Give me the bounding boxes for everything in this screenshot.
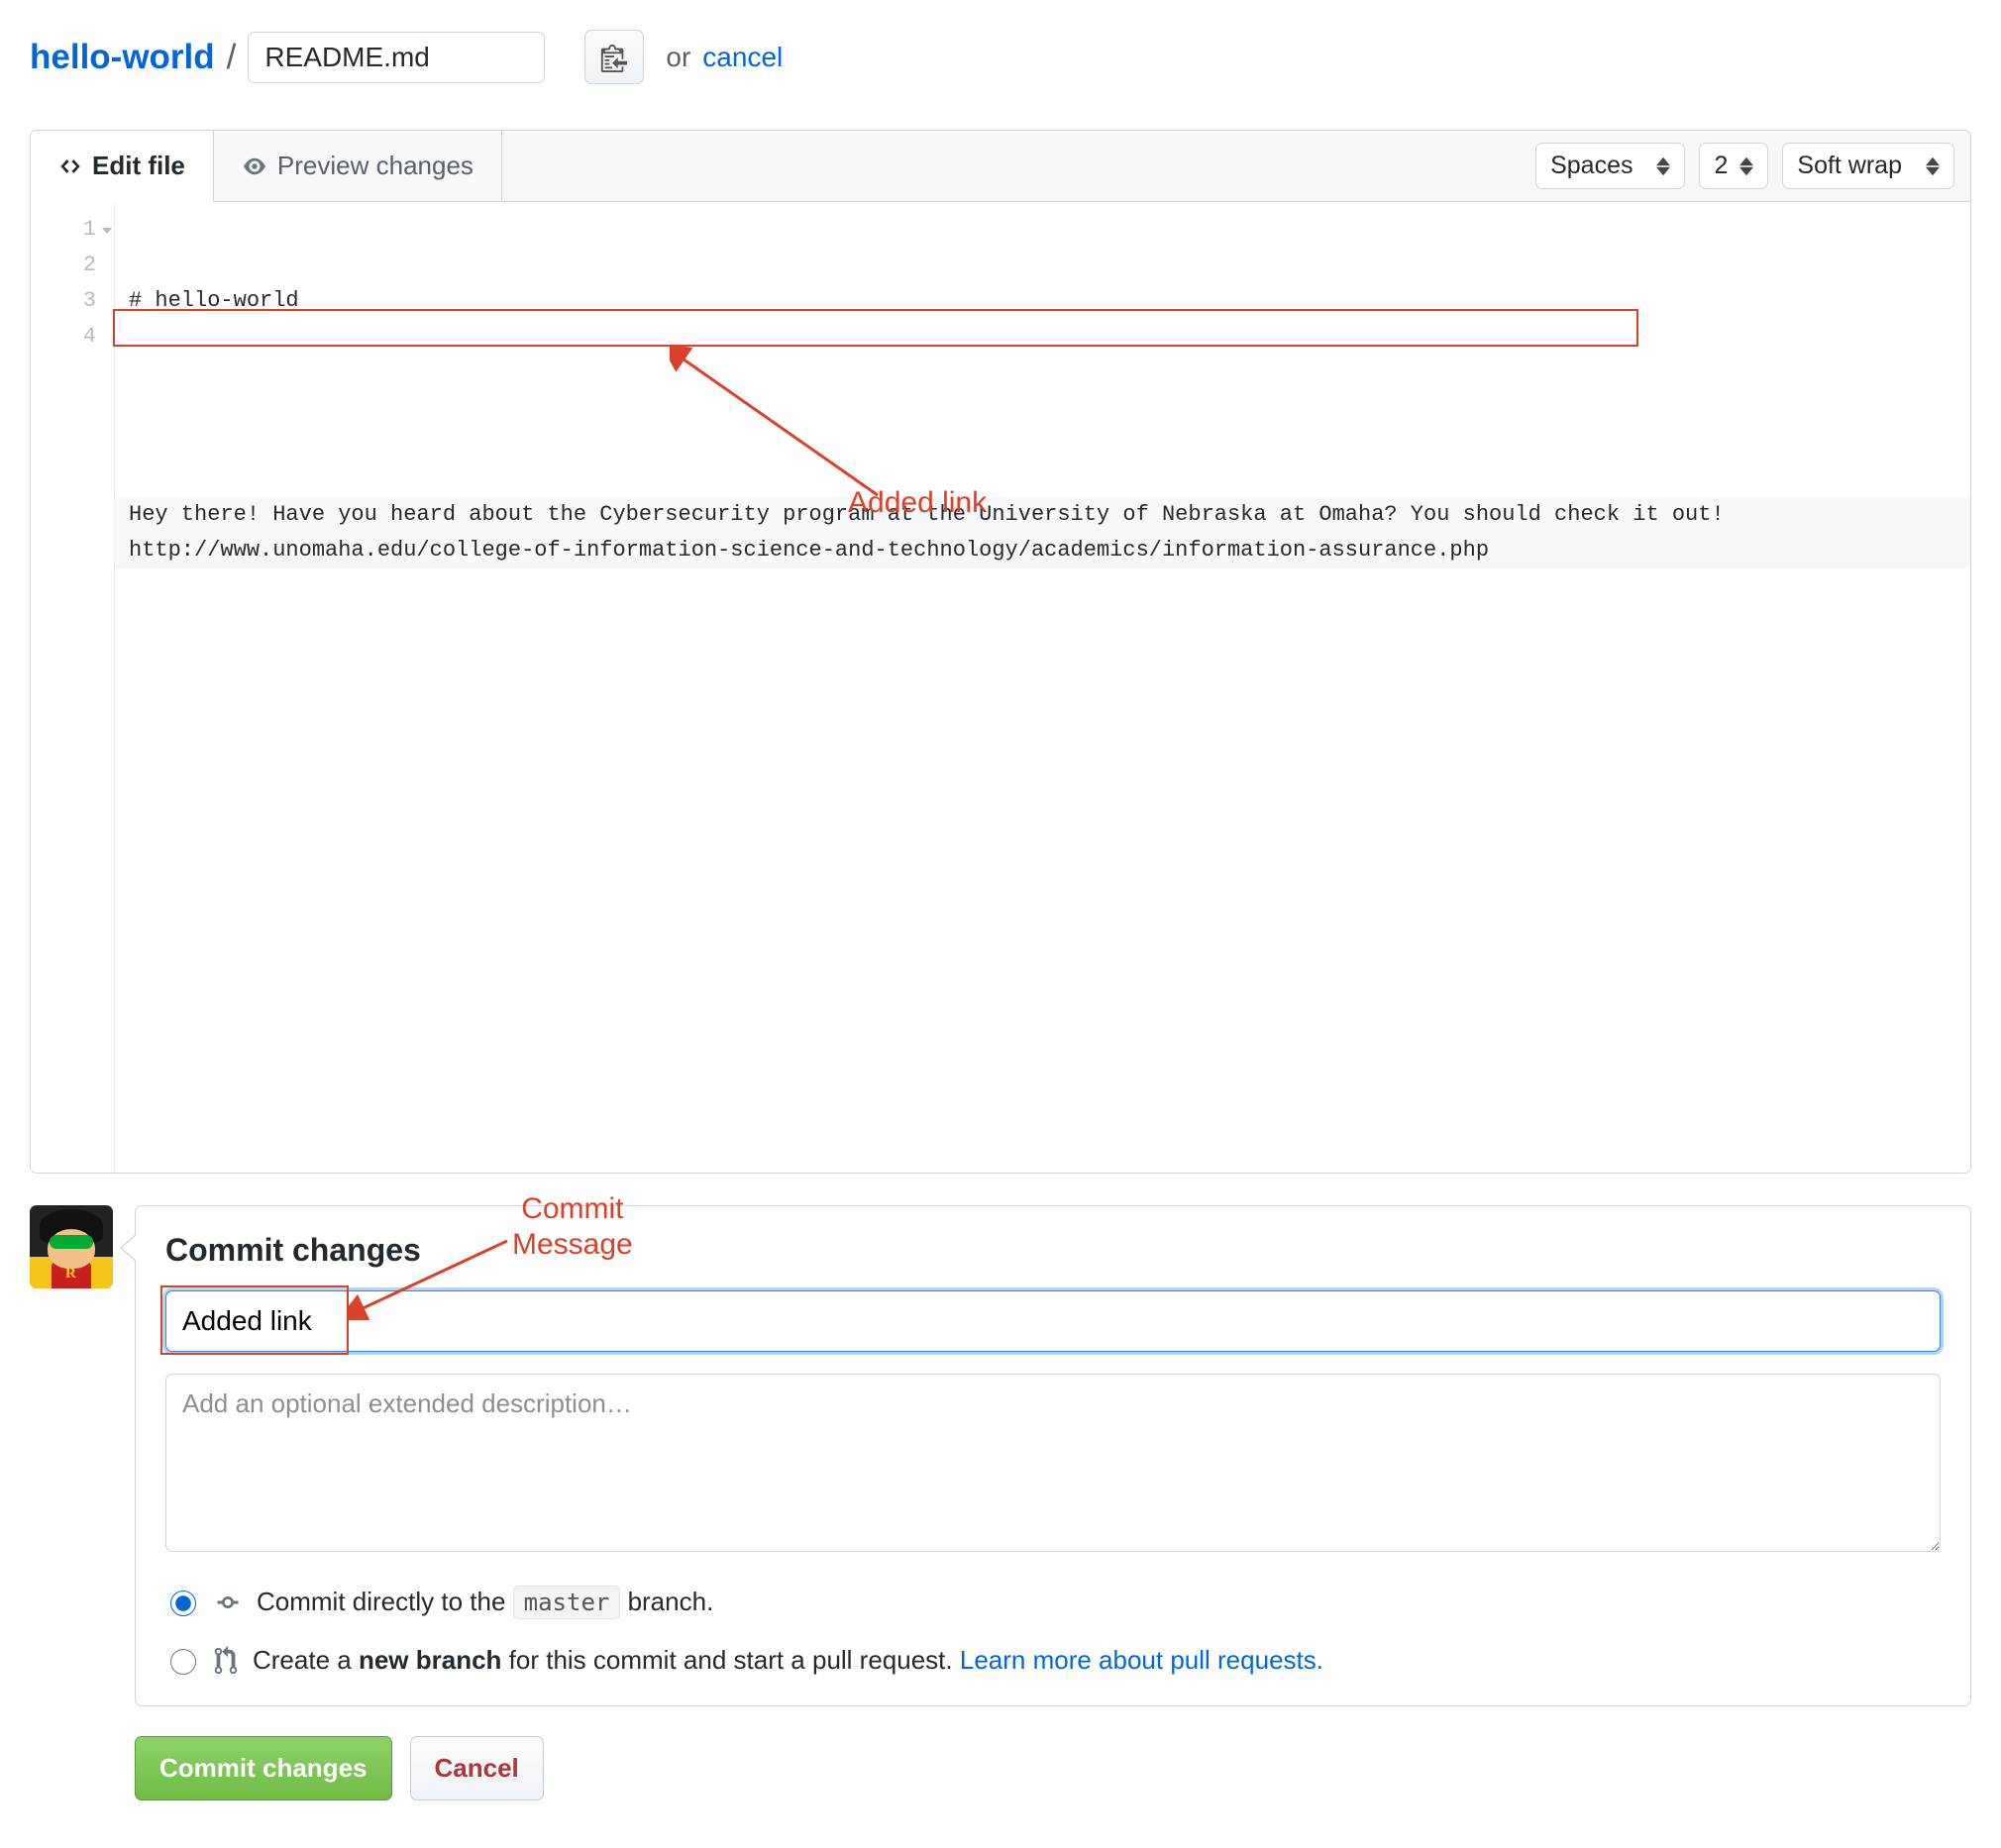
- annotation-box-link: [113, 309, 1638, 347]
- code-editor[interactable]: 1 2 3 4 # hello-world Hey there! Have yo…: [31, 202, 1970, 1173]
- commit-section: R Commit changes Commit Message Commit d…: [30, 1205, 1971, 1706]
- code-line: Hey there! Have you heard about the Cybe…: [115, 497, 1970, 568]
- filename-input[interactable]: [248, 32, 545, 83]
- breadcrumb: hello-world / or cancel: [30, 30, 1971, 84]
- indent-mode-value: Spaces: [1550, 152, 1632, 180]
- updown-icon: [1739, 156, 1753, 176]
- code-line: [129, 640, 1956, 675]
- updown-icon: [1926, 156, 1940, 176]
- code-line: [129, 390, 1956, 426]
- commit-description-input[interactable]: [165, 1374, 1941, 1552]
- commit-changes-button[interactable]: Commit changes: [135, 1736, 392, 1800]
- indent-size-select[interactable]: 2: [1699, 143, 1768, 189]
- annotation-label-added-link: Added link: [848, 485, 987, 521]
- commit-summary-input[interactable]: [165, 1290, 1941, 1352]
- line-number: 2: [31, 248, 96, 283]
- repo-link[interactable]: hello-world: [30, 38, 215, 77]
- learn-more-link[interactable]: Learn more about pull requests.: [960, 1645, 1323, 1675]
- commit-option-direct[interactable]: Commit directly to the master branch.: [165, 1587, 1941, 1617]
- indent-mode-select[interactable]: Spaces: [1535, 143, 1685, 189]
- editor-toolbar: Spaces 2 Soft wrap: [1535, 143, 1970, 189]
- updown-icon: [1656, 156, 1670, 176]
- radio-new-branch[interactable]: [170, 1649, 196, 1675]
- or-text: or: [666, 42, 690, 73]
- commit-button-row: Commit changes Cancel: [135, 1736, 1971, 1800]
- tab-bar: Edit file Preview changes Spaces 2: [31, 131, 1970, 202]
- tab-preview-changes[interactable]: Preview changes: [214, 131, 502, 201]
- option-branch-text: Create a new branch for this commit and …: [253, 1645, 1323, 1676]
- indent-size-value: 2: [1714, 152, 1728, 180]
- line-number: 1: [31, 212, 96, 248]
- commit-option-new-branch[interactable]: Create a new branch for this commit and …: [165, 1645, 1941, 1676]
- git-commit-icon: [213, 1591, 243, 1614]
- option-direct-text: Commit directly to the master branch.: [257, 1587, 713, 1617]
- tab-edit-file[interactable]: Edit file: [31, 131, 214, 202]
- wrap-mode-select[interactable]: Soft wrap: [1782, 143, 1954, 189]
- code-icon: [58, 155, 82, 177]
- line-gutter: 1 2 3 4: [31, 202, 115, 1173]
- git-pull-request-icon: [213, 1646, 239, 1676]
- commit-form: Commit changes Commit Message Commit dir…: [135, 1205, 1971, 1706]
- cancel-button[interactable]: Cancel: [410, 1736, 544, 1800]
- annotation-arrow: [670, 347, 888, 505]
- cancel-link[interactable]: cancel: [702, 42, 783, 73]
- line-number: 4: [31, 319, 96, 355]
- tab-edit-label: Edit file: [92, 151, 185, 181]
- copy-path-button[interactable]: [584, 30, 644, 84]
- code-content[interactable]: # hello-world Hey there! Have you heard …: [115, 202, 1970, 1173]
- commit-heading: Commit changes: [165, 1232, 1941, 1269]
- line-number: 3: [31, 283, 96, 319]
- branch-chip: master: [513, 1586, 621, 1619]
- path-separator: /: [227, 38, 237, 77]
- tab-preview-label: Preview changes: [277, 151, 474, 181]
- clipboard-icon: [600, 43, 628, 72]
- avatar[interactable]: R: [30, 1205, 113, 1288]
- wrap-mode-value: Soft wrap: [1797, 152, 1902, 180]
- radio-direct[interactable]: [170, 1591, 196, 1616]
- editor-panel: Edit file Preview changes Spaces 2: [30, 130, 1971, 1174]
- eye-icon: [242, 155, 267, 177]
- annotation-box-commit: [160, 1285, 349, 1355]
- annotation-label-commit-message: Commit Message: [512, 1191, 633, 1263]
